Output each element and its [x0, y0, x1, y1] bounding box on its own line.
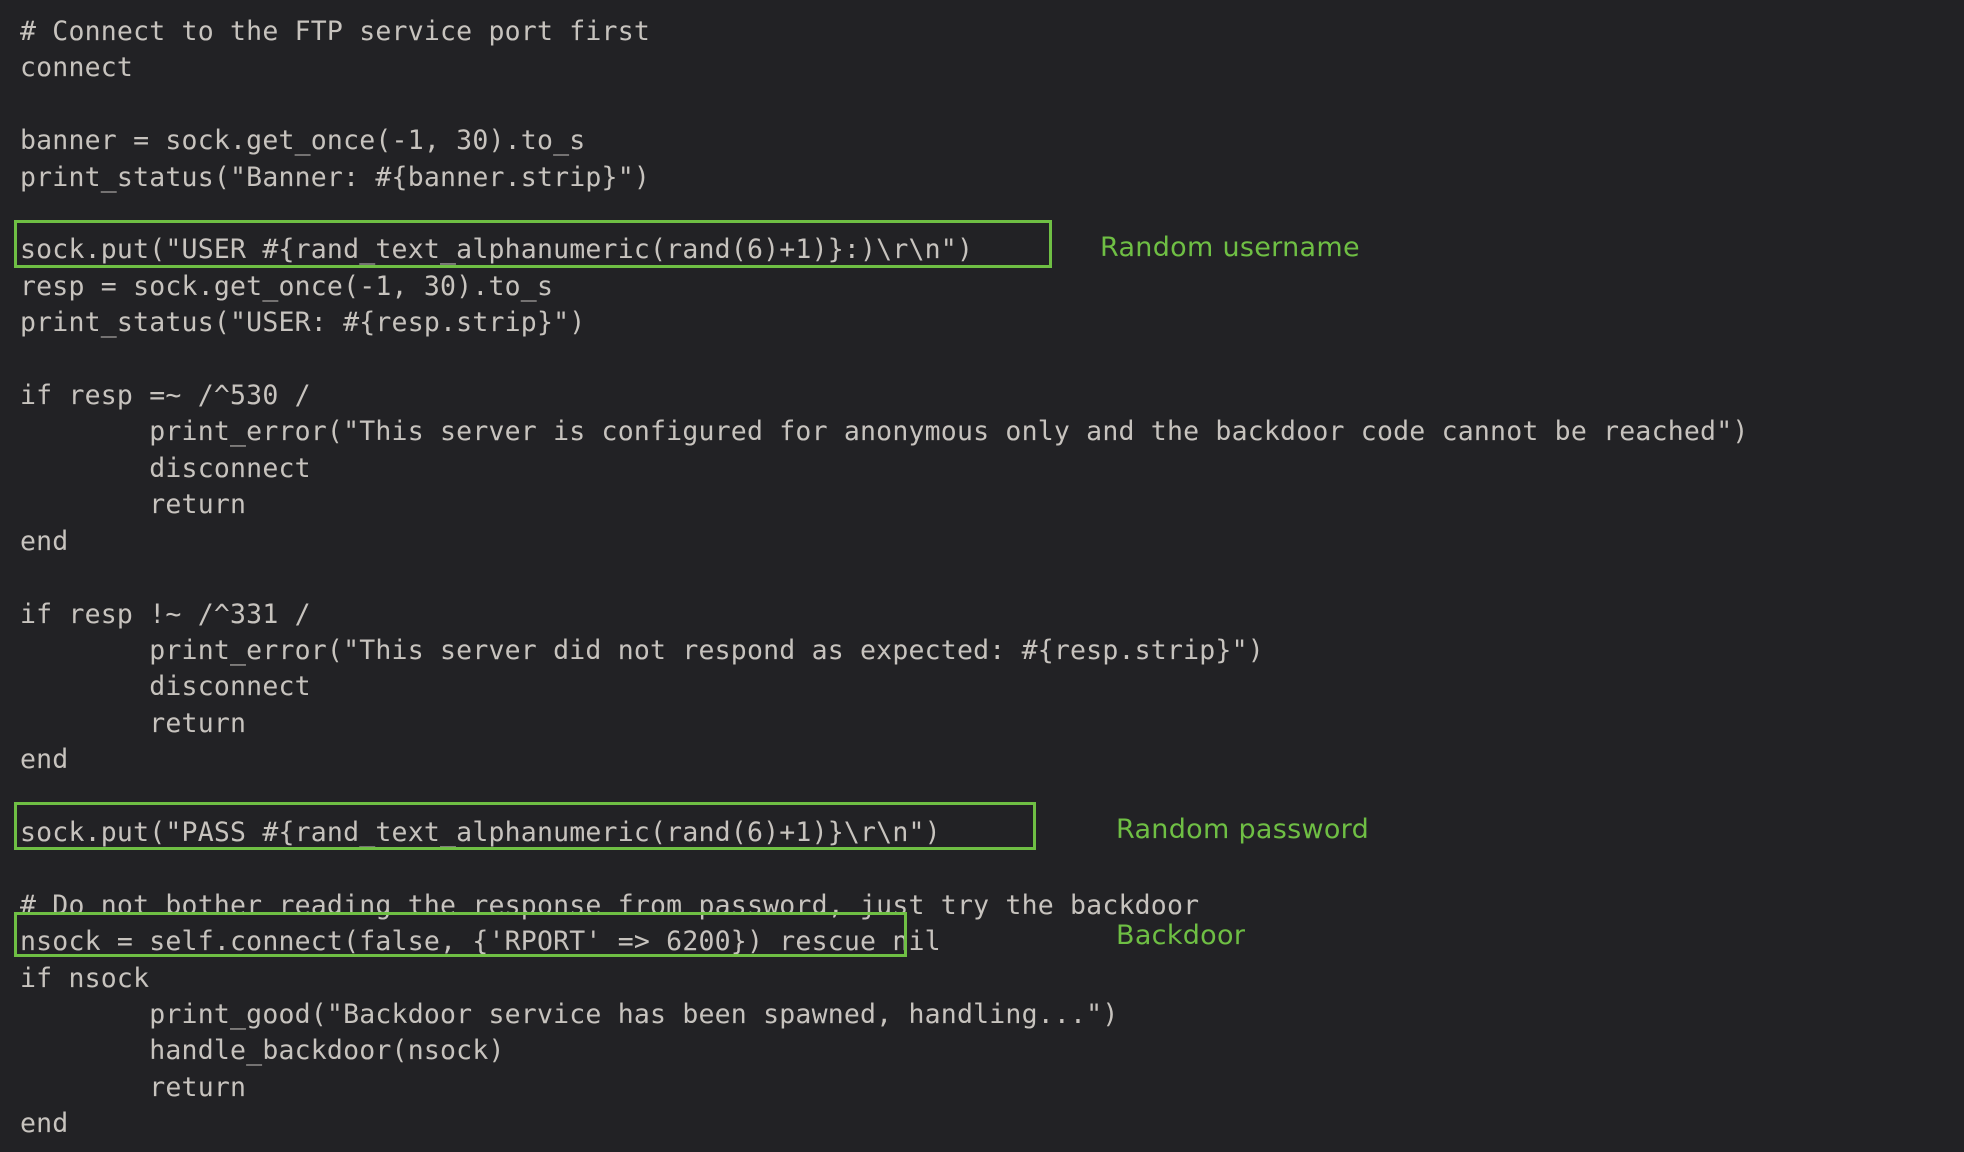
annotation-random-username: Random username — [1100, 230, 1360, 266]
annotation-random-password: Random password — [1116, 812, 1369, 848]
code-screenshot: # Connect to the FTP service port first … — [0, 0, 1964, 1152]
annotation-backdoor: Backdoor — [1116, 918, 1245, 954]
source-code-block: # Connect to the FTP service port first … — [20, 14, 1944, 1143]
